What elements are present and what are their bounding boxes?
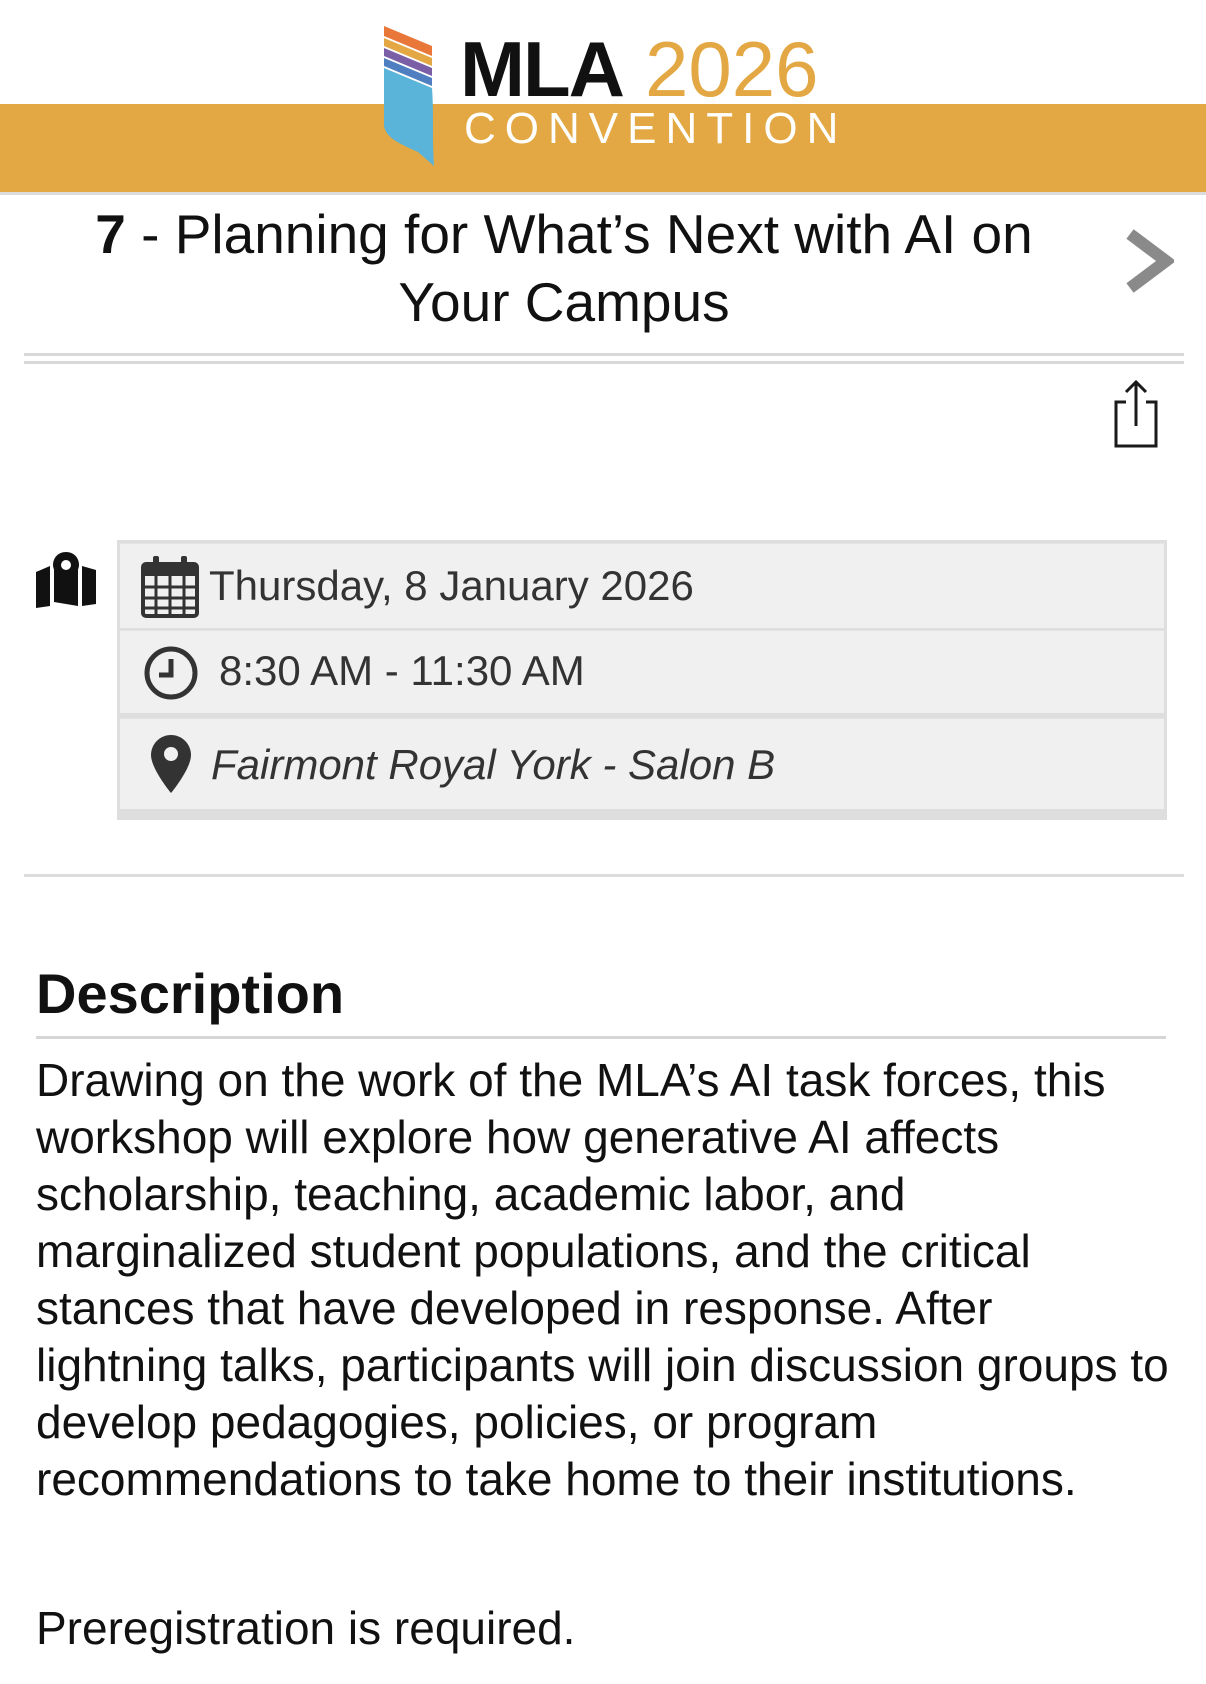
- description-heading: Description: [36, 962, 345, 1025]
- title-divider-top: [24, 353, 1184, 356]
- session-title-text: - Planning for What’s Next with AI on Yo…: [125, 203, 1033, 333]
- session-location: Fairmont Royal York - Salon B: [211, 741, 776, 788]
- chevron-right-icon[interactable]: [1122, 226, 1174, 296]
- session-number: 7: [95, 203, 126, 265]
- logo-feather-icon: [384, 26, 434, 166]
- location-row: Fairmont Royal York - Salon B: [120, 718, 1164, 809]
- preregistration-note: Preregistration is required.: [36, 1602, 576, 1654]
- session-title: 7 - Planning for What’s Next with AI on …: [44, 200, 1084, 336]
- session-time: 8:30 AM - 11:30 AM: [219, 647, 585, 694]
- header-divider: [0, 192, 1206, 195]
- date-row: Thursday, 8 January 2026: [120, 543, 1164, 628]
- share-icon[interactable]: [1112, 380, 1160, 448]
- logo-brand-text: MLA: [460, 25, 625, 113]
- calendar-icon: [141, 556, 199, 618]
- logo-subtitle-text: CONVENTION: [464, 104, 848, 153]
- clock-icon: [144, 646, 198, 700]
- logo-year-text: 2026: [645, 25, 819, 113]
- map-marker-icon[interactable]: [34, 552, 98, 608]
- location-pin-icon: [151, 735, 191, 793]
- details-divider: [24, 874, 1184, 877]
- convention-header: MLA 2026 CONVENTION: [0, 0, 1206, 196]
- description-divider: [36, 1036, 1166, 1039]
- session-date: Thursday, 8 January 2026: [209, 562, 694, 609]
- title-divider-bottom: [24, 361, 1184, 364]
- description-body: Drawing on the work of the MLA’s AI task…: [36, 1054, 1169, 1505]
- session-details-box: Thursday, 8 January 2026 8:30 AM - 11:30…: [117, 540, 1167, 820]
- time-row: 8:30 AM - 11:30 AM: [120, 630, 1164, 713]
- session-title-row: 7 - Planning for What’s Next with AI on …: [24, 196, 1184, 356]
